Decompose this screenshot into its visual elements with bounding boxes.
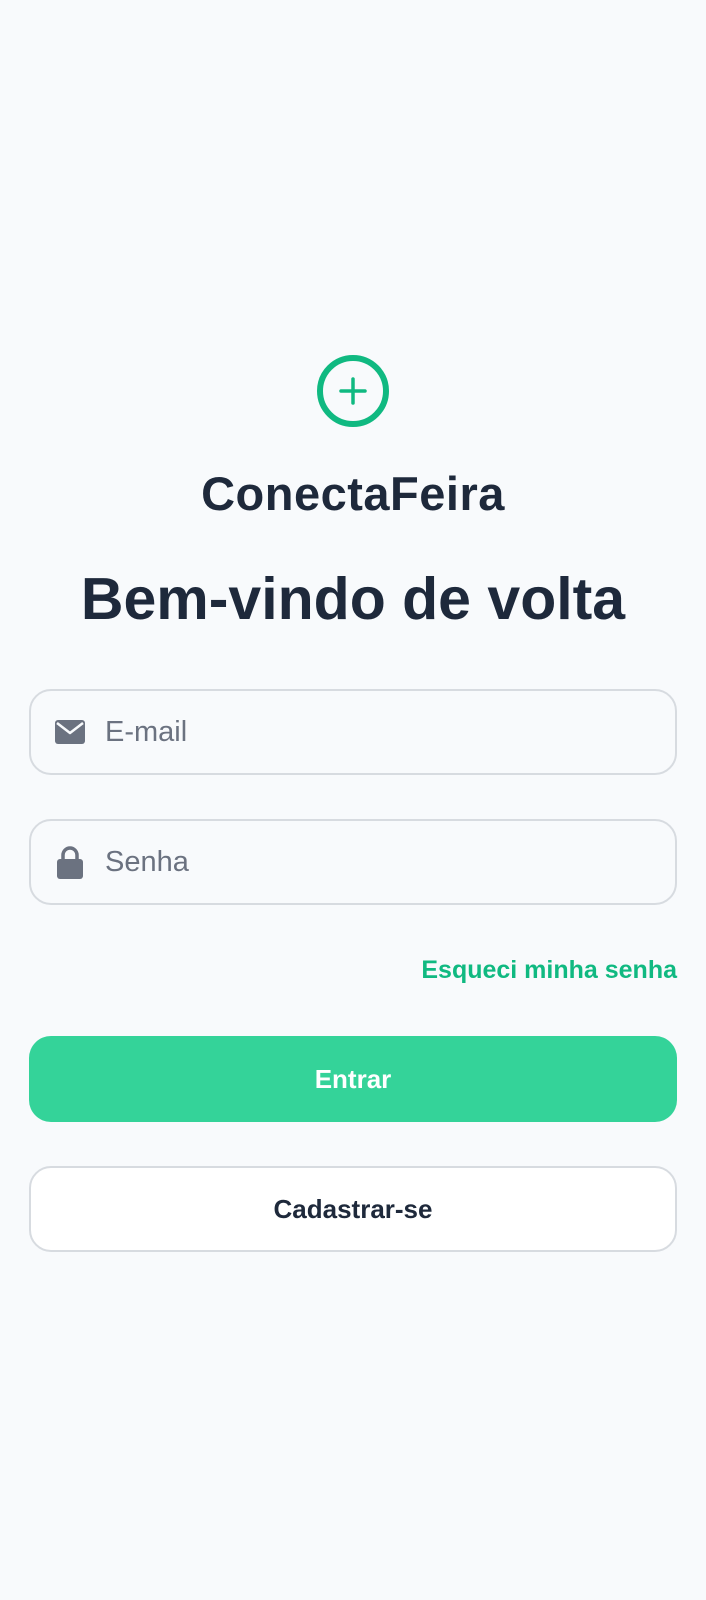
app-logo [317,355,389,427]
page-title: Bem-vindo de volta [80,566,626,632]
mail-icon [55,716,85,748]
password-input[interactable] [103,831,675,893]
login-button-label: Entrar [314,1063,392,1094]
register-button[interactable]: Cadastrar-se [29,1166,677,1252]
register-button-label: Cadastrar-se [273,1193,433,1224]
login-button[interactable]: Entrar [29,1036,677,1122]
app-name: ConectaFeira [201,467,505,520]
forgot-password-link[interactable]: Esqueci minha senha [421,953,677,987]
email-input[interactable] [103,701,675,763]
password-field[interactable] [29,819,677,905]
lock-icon [55,846,85,879]
plus-icon [339,377,367,405]
email-field[interactable] [29,689,677,775]
